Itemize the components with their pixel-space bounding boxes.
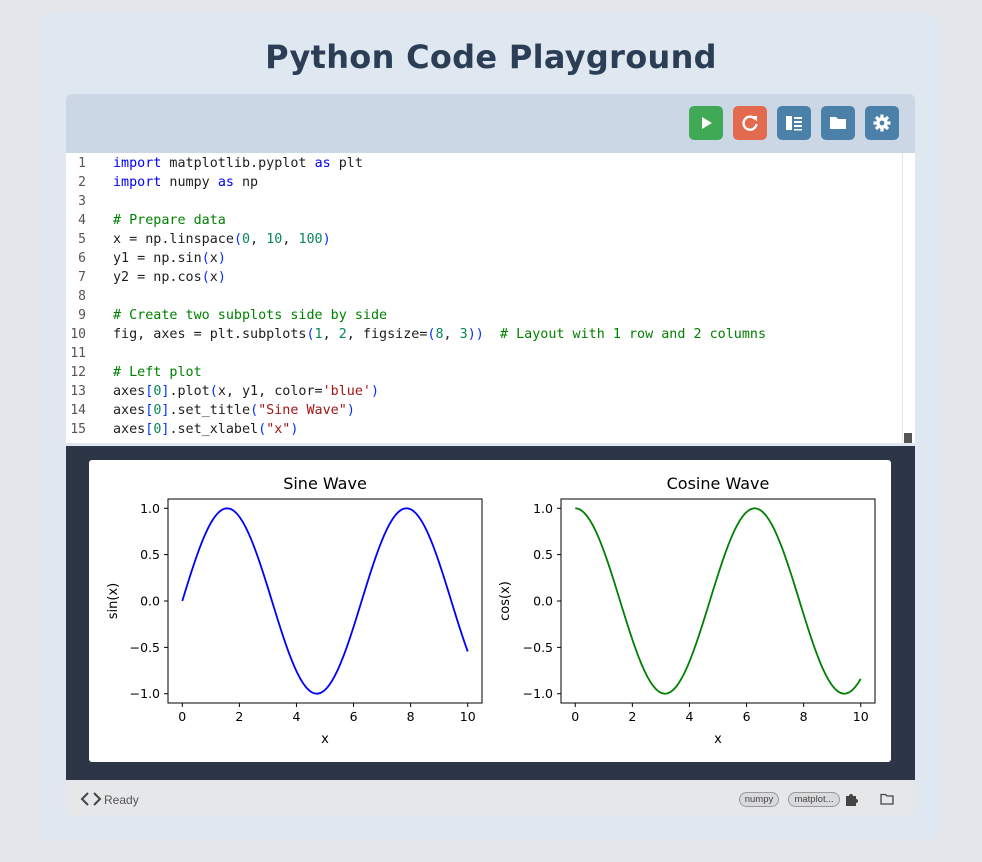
- y-tick-label: −1.0: [523, 686, 553, 701]
- code-text: y1 = np.sin(x): [113, 251, 226, 266]
- code-line[interactable]: 7 y2 = np.cos(x): [66, 268, 902, 287]
- reset-button[interactable]: [733, 106, 767, 140]
- code-text: axes[0].plot(x, y1, color='blue'): [113, 384, 380, 399]
- x-tick-label: 2: [235, 709, 243, 724]
- x-tick-label: 0: [571, 709, 579, 724]
- line-number: 12: [70, 365, 86, 380]
- code-brackets-icon[interactable]: [80, 791, 102, 807]
- page-title: Python Code Playground: [265, 38, 717, 76]
- x-tick-label: 6: [350, 709, 358, 724]
- x-tick-label: 10: [853, 709, 869, 724]
- package-badge-numpy[interactable]: numpy: [739, 792, 779, 807]
- code-line[interactable]: 4 # Prepare data: [66, 211, 902, 230]
- folder-outline-icon[interactable]: [879, 791, 895, 807]
- code-editor[interactable]: 1 import matplotlib.pyplot as plt 2 import …: [66, 153, 902, 443]
- line-number: 7: [78, 270, 86, 285]
- y-tick-label: 1.0: [533, 501, 553, 516]
- gear-icon: [873, 114, 891, 132]
- code-line[interactable]: 11: [66, 344, 902, 363]
- line-number: 9: [78, 308, 86, 323]
- x-tick-label: 10: [460, 709, 476, 724]
- x-axis-label: x: [321, 732, 329, 747]
- code-text: fig, axes = plt.subplots(1, 2, figsize=(…: [113, 327, 767, 342]
- chart-title: Sine Wave: [283, 474, 367, 493]
- code-text: import matplotlib.pyplot as plt: [113, 156, 363, 171]
- code-text: axes[0].set_title("Sine Wave"): [113, 403, 355, 418]
- y-tick-label: 0.0: [533, 594, 553, 609]
- y-tick-label: 1.0: [140, 501, 160, 516]
- code-line[interactable]: 3: [66, 192, 902, 211]
- editor-scrollbar[interactable]: [902, 153, 915, 443]
- x-tick-label: 8: [407, 709, 415, 724]
- subplots-chart: 0 2 4 6 8 10 1.0 0.5 0.0 −0.5 −1.0 Sine Wave x sin(x)…: [106, 474, 876, 747]
- y-tick-label: −1.0: [130, 686, 160, 701]
- code-line[interactable]: 14 axes[0].set_title("Sine Wave"): [66, 401, 902, 420]
- x-tick-label: 6: [743, 709, 751, 724]
- code-text: axes[0].set_xlabel("x"): [113, 422, 299, 437]
- line-number: 2: [78, 175, 86, 190]
- code-text: x = np.linspace(0, 10, 100): [113, 232, 331, 247]
- code-line[interactable]: 12 # Left plot: [66, 363, 902, 382]
- code-text: # Prepare data: [113, 213, 226, 228]
- subplot-sine: 0 2 4 6 8 10 1.0 0.5 0.0 −0.5 −1.0 Sine Wave x sin(x): [106, 474, 483, 747]
- series-line: [181, 507, 469, 695]
- puzzle-icon[interactable]: [844, 791, 860, 807]
- settings-button[interactable]: [865, 106, 899, 140]
- x-tick-label: 4: [685, 709, 693, 724]
- line-number: 8: [78, 289, 86, 304]
- x-tick-label: 8: [800, 709, 808, 724]
- x-tick-label: 2: [628, 709, 636, 724]
- x-axis-label: x: [714, 732, 722, 747]
- code-line[interactable]: 6 y1 = np.sin(x): [66, 249, 902, 268]
- code-line-clipped: [66, 439, 902, 443]
- folder-icon: [830, 117, 846, 129]
- refresh-icon: [742, 115, 758, 131]
- line-number: 15: [70, 422, 86, 437]
- code-line[interactable]: 1 import matplotlib.pyplot as plt: [66, 154, 902, 173]
- code-text: # Create two subplots side by side: [113, 308, 388, 323]
- line-number: 3: [78, 194, 86, 209]
- line-number: 4: [78, 213, 86, 228]
- series-line: [575, 507, 862, 695]
- y-axis-label: cos(x): [498, 581, 513, 621]
- x-tick-label: 4: [292, 709, 300, 724]
- plot-figure: 0 2 4 6 8 10 1.0 0.5 0.0 −0.5 −1.0 Sine Wave x sin(x)…: [89, 460, 891, 762]
- code-text: # Left plot: [113, 365, 202, 380]
- y-tick-label: −0.5: [523, 640, 553, 655]
- split-view-icon: [786, 116, 802, 131]
- chart-title: Cosine Wave: [667, 474, 770, 493]
- x-tick-label: 0: [178, 709, 186, 724]
- code-text: y2 = np.cos(x): [113, 270, 226, 285]
- code-text: import numpy as np: [113, 175, 259, 190]
- line-number: 1: [78, 156, 86, 171]
- line-number: 14: [70, 403, 86, 418]
- y-tick-label: 0.5: [140, 547, 160, 562]
- line-number: 6: [78, 251, 86, 266]
- axes-frame: [560, 498, 876, 704]
- run-button[interactable]: [689, 106, 723, 140]
- line-number: 11: [70, 346, 86, 361]
- open-file-button[interactable]: [821, 106, 855, 140]
- subplot-cosine: 0 2 4 6 8 10 1.0 0.5 0.0 −0.5 −1.0 Cosine Wave x cos(…: [498, 474, 876, 747]
- code-line[interactable]: 10 fig, axes = plt.subplots(1, 2, figsize…: [66, 325, 902, 344]
- code-line[interactable]: 2 import numpy as np: [66, 173, 902, 192]
- y-tick-label: 0.5: [533, 547, 553, 562]
- y-tick-label: 0.0: [140, 594, 160, 609]
- axes-frame: [167, 498, 483, 704]
- code-line[interactable]: 9 # Create two subplots side by side: [66, 306, 902, 325]
- y-tick-label: −0.5: [130, 640, 160, 655]
- y-axis-label: sin(x): [106, 583, 121, 619]
- play-icon: [702, 117, 712, 129]
- code-line[interactable]: 8: [66, 287, 902, 306]
- line-number: 5: [78, 232, 86, 247]
- code-line[interactable]: 13 axes[0].plot(x, y1, color='blue'): [66, 382, 902, 401]
- package-badge-matplotlib[interactable]: matplot...: [788, 792, 840, 807]
- status-text: Ready: [104, 793, 139, 807]
- code-line[interactable]: 15 axes[0].set_xlabel("x"): [66, 420, 902, 439]
- code-line[interactable]: 5 x = np.linspace(0, 10, 100): [66, 230, 902, 249]
- line-number: 13: [70, 384, 86, 399]
- line-number: 10: [70, 327, 86, 342]
- toggle-output-button[interactable]: [777, 106, 811, 140]
